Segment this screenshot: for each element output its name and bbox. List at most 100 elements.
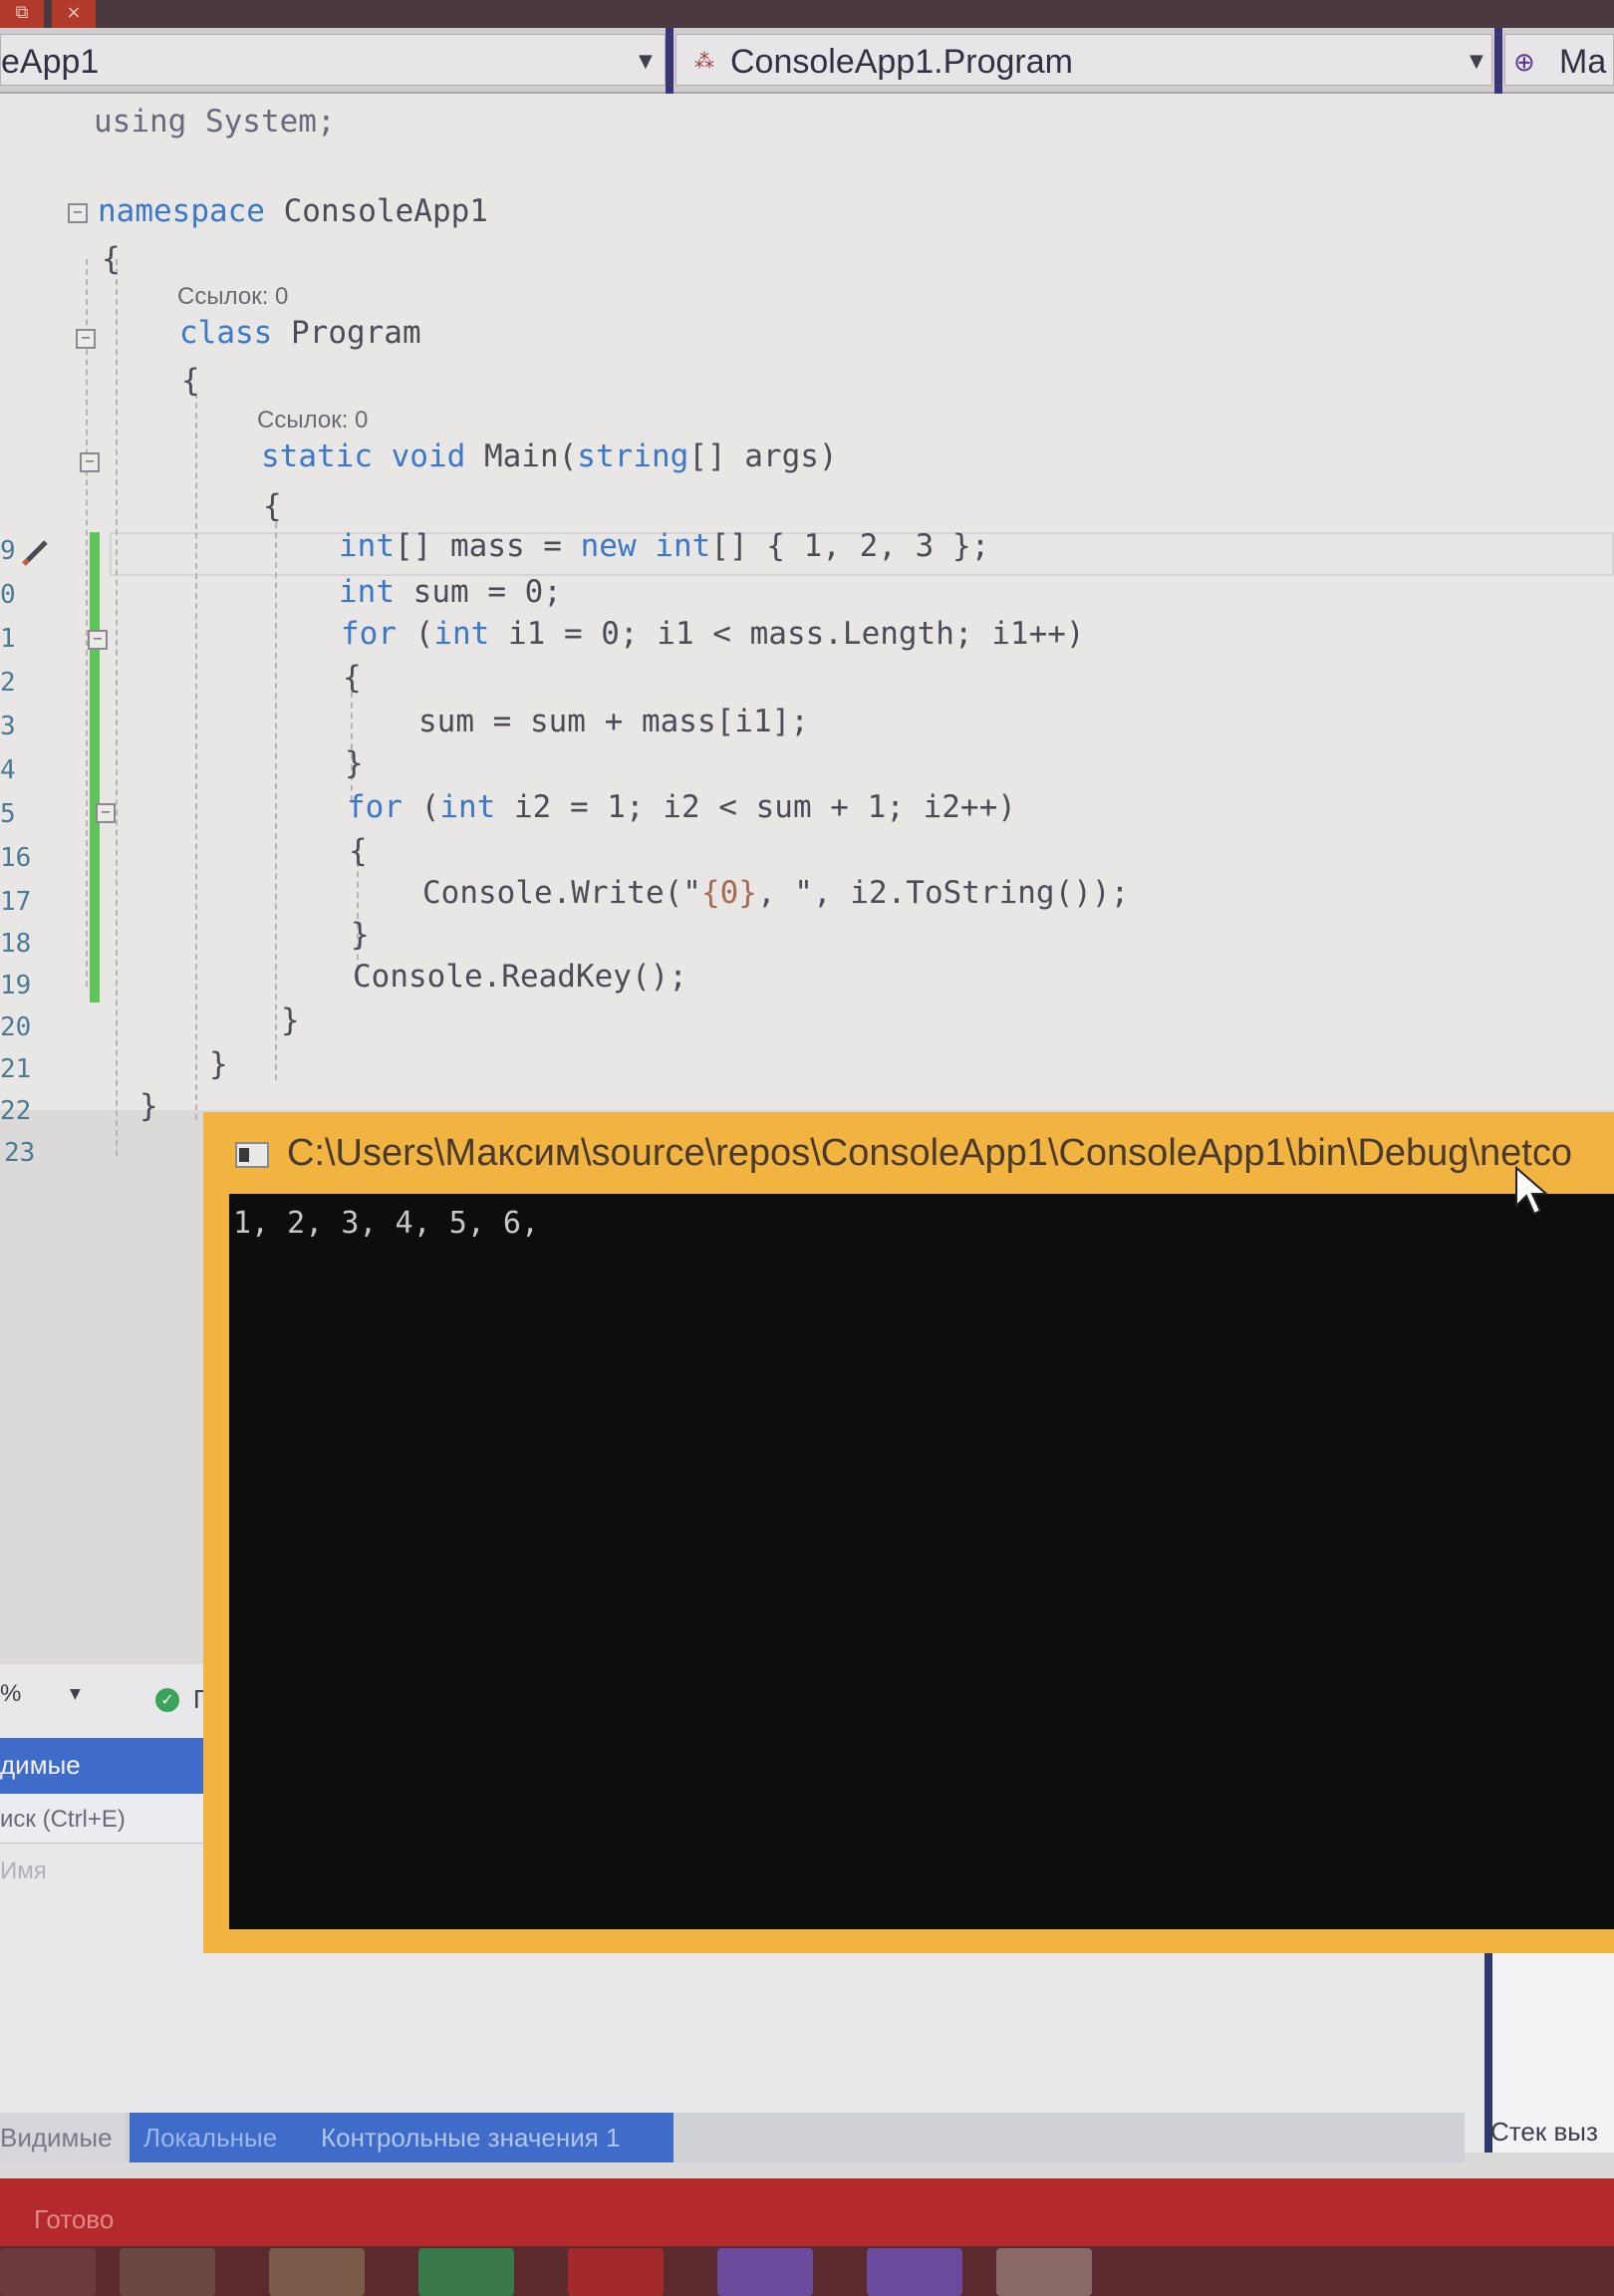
line-number: 19 xyxy=(0,971,32,1001)
console-window[interactable]: C:\Users\Максим\source\repos\ConsoleApp1… xyxy=(203,1112,1614,1953)
keyword: int xyxy=(433,616,490,652)
console-title-bar[interactable]: C:\Users\Максим\source\repos\ConsoleApp1… xyxy=(203,1112,1614,1194)
keyword: void xyxy=(372,438,466,474)
line-number: 20 xyxy=(0,1012,32,1042)
code-editor[interactable]: − − − − − 9 0 1 2 3 4 5 16 17 18 19 20 2… xyxy=(0,94,1614,1168)
code-text: i1 = 0; i1 < mass.Length; i1++) xyxy=(489,616,1085,652)
keyword: new xyxy=(580,528,637,564)
line-number: 4 xyxy=(0,755,16,785)
indent-guide xyxy=(116,259,118,1156)
chevron-down-icon: ▼ xyxy=(1470,51,1483,72)
code-line: for (int i2 = 1; i2 < sum + 1; i2++) xyxy=(347,789,1016,825)
code-line: { xyxy=(263,488,282,524)
divider xyxy=(666,28,673,94)
tab-watch[interactable]: Контрольные значения 1 xyxy=(305,2113,673,2162)
line-number: 3 xyxy=(0,712,16,741)
console-icon[interactable] xyxy=(996,2248,1092,2296)
chevron-down-icon: ▼ xyxy=(639,51,653,72)
collapse-icon[interactable]: − xyxy=(88,630,108,650)
indent-guide xyxy=(275,522,277,1080)
codelens-references[interactable]: Ссылок: 0 xyxy=(257,407,368,434)
code-line: Console.ReadKey(); xyxy=(353,959,687,995)
code-line: } xyxy=(345,745,364,781)
store-icon[interactable] xyxy=(418,2248,514,2296)
identifier: ConsoleApp1 xyxy=(264,193,488,229)
code-line: class Program xyxy=(179,315,421,351)
code-line: namespace ConsoleApp1 xyxy=(98,193,488,229)
keyword: for xyxy=(341,616,397,652)
change-marker xyxy=(90,532,100,632)
identifier: [] args) xyxy=(688,438,838,474)
status-text: Готово xyxy=(34,2204,115,2234)
column-header-name: Имя xyxy=(0,1858,47,1884)
mouse-cursor-icon xyxy=(1515,1166,1548,1216)
tab-autos[interactable]: Видимые xyxy=(0,2113,126,2162)
keyword: static xyxy=(261,438,373,474)
line-number: 0 xyxy=(0,580,16,610)
collapse-icon[interactable]: − xyxy=(68,203,88,223)
code-text: ( xyxy=(403,789,440,825)
line-number: 18 xyxy=(0,929,32,959)
zoom-level[interactable]: % xyxy=(0,1680,21,1708)
debug-tab-bar: Видимые Локальные Контрольные значения 1 xyxy=(0,2113,1465,2162)
tab-locals[interactable]: Локальные xyxy=(130,2113,305,2162)
keyword: int xyxy=(439,789,496,825)
console-output: 1, 2, 3, 4, 5, 6, xyxy=(233,1206,540,1241)
member-dropdown[interactable]: ⊕ Ma xyxy=(1504,34,1614,86)
class-dropdown-label: ConsoleApp1.Program xyxy=(730,43,1073,81)
line-number: 21 xyxy=(0,1054,32,1084)
keyword: int xyxy=(339,528,395,564)
indent-guide xyxy=(195,393,197,1120)
code-line: using System; xyxy=(94,104,336,140)
project-dropdown-label: eApp1 xyxy=(1,43,100,81)
identifier: Program xyxy=(272,315,421,351)
code-text: ( xyxy=(397,616,434,652)
line-number: 1 xyxy=(0,624,16,654)
collapse-icon[interactable]: − xyxy=(80,452,100,472)
console-output-area[interactable]: 1, 2, 3, 4, 5, 6, xyxy=(229,1194,1614,1929)
visual-studio-icon[interactable] xyxy=(717,2248,813,2296)
check-circle-icon: ✓ xyxy=(155,1688,179,1712)
explorer-icon[interactable] xyxy=(269,2248,365,2296)
code-line: } xyxy=(139,1088,158,1124)
close-icon[interactable]: × xyxy=(52,0,96,28)
navigation-bar: eApp1 ▼ ⁂ ConsoleApp1.Program ▼ ⊕ Ma xyxy=(0,28,1614,94)
line-number: 16 xyxy=(0,843,32,873)
code-line: for (int i1 = 0; i1 < mass.Length; i1++) xyxy=(341,616,1085,652)
codelens-references[interactable]: Ссылок: 0 xyxy=(177,283,288,311)
browser-icon[interactable] xyxy=(120,2248,215,2296)
window-control-icon[interactable]: ⧉ xyxy=(0,0,44,28)
code-text: [] { 1, 2, 3 }; xyxy=(710,528,990,564)
member-dropdown-label: Ma xyxy=(1559,43,1607,81)
code-line: Console.Write("{0}, ", i2.ToString()); xyxy=(422,875,1129,911)
code-line: int[] mass = new int[] { 1, 2, 3 }; xyxy=(339,528,989,564)
class-icon: ⁂ xyxy=(694,51,714,73)
keyword: int xyxy=(339,574,395,610)
line-number: 23 xyxy=(4,1138,36,1168)
code-text: , ", i2.ToString()); xyxy=(756,875,1130,911)
keyword: for xyxy=(347,789,403,825)
start-icon[interactable] xyxy=(0,2248,96,2296)
chevron-down-icon[interactable]: ▼ xyxy=(70,1686,81,1702)
code-line: { xyxy=(102,241,121,277)
line-number: 9 xyxy=(0,536,16,566)
project-dropdown[interactable]: eApp1 ▼ xyxy=(0,34,666,86)
line-number: 22 xyxy=(0,1096,32,1126)
opera-icon[interactable] xyxy=(568,2248,664,2296)
divider xyxy=(1494,28,1502,94)
method-icon: ⊕ xyxy=(1513,47,1535,77)
collapse-icon[interactable]: − xyxy=(76,329,96,349)
tab-callstack[interactable]: Стек выз xyxy=(1490,2117,1598,2148)
code-line: { xyxy=(349,833,368,869)
string-literal: {0} xyxy=(700,875,757,911)
identifier: Main( xyxy=(465,438,578,474)
line-number: 2 xyxy=(0,668,16,698)
keyword: int xyxy=(655,528,711,564)
class-dropdown[interactable]: ⁂ ConsoleApp1.Program ▼ xyxy=(675,34,1492,86)
console-icon xyxy=(235,1142,269,1168)
keyword: namespace xyxy=(98,193,265,229)
code-line: } xyxy=(351,917,370,953)
collapse-icon[interactable]: − xyxy=(96,803,116,823)
visual-studio-icon[interactable] xyxy=(867,2248,962,2296)
